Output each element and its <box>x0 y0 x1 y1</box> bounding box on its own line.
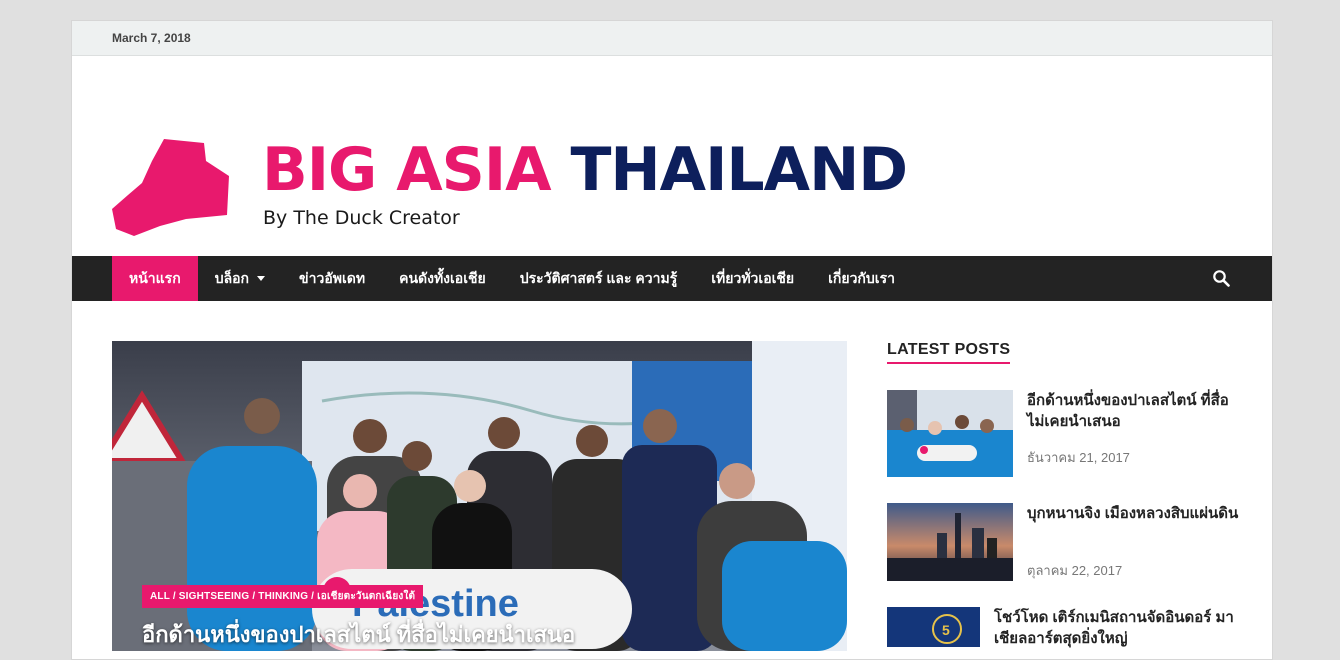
nav-item-history[interactable]: ประวัติศาสตร์ และ ความรู้ <box>503 256 695 301</box>
nav-item-travel[interactable]: เที่ยวทั่วเอเชีย <box>694 256 811 301</box>
post-categories[interactable]: ALL / SIGHTSEEING / THINKING / เอเชียตะว… <box>142 585 424 608</box>
nav-item-label: เกี่ยวกับเรา <box>828 269 895 286</box>
featured-post[interactable]: Palestine ALL / SIGHTSEEING / THINKING /… <box>112 341 847 651</box>
post-thumbnail[interactable] <box>887 390 1013 477</box>
site-title-part1[interactable]: BIG ASIA <box>262 135 552 205</box>
post-title[interactable]: โชว์โหด เติร์กเมนิสถานจัดอินดอร์ มาเชียล… <box>994 607 1234 649</box>
nav-item-news[interactable]: ข่าวอัพเดท <box>282 256 382 301</box>
nav-item-label: ประวัติศาสตร์ และ ความรู้ <box>519 269 678 286</box>
map-shape-icon[interactable] <box>112 139 230 236</box>
nav-item-home[interactable]: หน้าแรก <box>112 256 198 301</box>
site-title[interactable]: BIG ASIA THAILAND <box>262 140 908 200</box>
svg-text:5: 5 <box>942 622 950 638</box>
nav-menu: หน้าแรก บล็อก ข่าวอัพเดท คนดังทั้งเอเชีย… <box>112 256 912 301</box>
chevron-down-icon <box>257 276 266 281</box>
page-container: March 7, 2018 BIG ASIA THAILAND By The D… <box>71 20 1273 660</box>
top-bar: March 7, 2018 <box>72 21 1272 56</box>
search-icon[interactable] <box>1212 269 1230 287</box>
nav-item-blog[interactable]: บล็อก <box>198 256 282 301</box>
sidebar: LATEST POSTS อีกด้านหนึ่งของปาเลสไตน์ ที… <box>887 341 1238 647</box>
header-date: March 7, 2018 <box>112 31 191 45</box>
post-date: ตุลาคม 22, 2017 <box>1027 563 1123 578</box>
nav-item-label: คนดังทั้งเอเชีย <box>399 269 486 286</box>
nav-item-label: บล็อก <box>214 269 250 286</box>
nav-item-label: หน้าแรก <box>129 269 181 286</box>
nav-item-label: ข่าวอัพเดท <box>299 269 366 286</box>
main-navigation: หน้าแรก บล็อก ข่าวอัพเดท คนดังทั้งเอเชีย… <box>72 256 1272 301</box>
post-title[interactable]: บุกหนานจิง เมืองหลวงสิบแผ่นดิน <box>1027 503 1239 524</box>
post-title[interactable]: อีกด้านหนึ่งของปาเลสไตน์ ที่สื่อไม่เคยนำ… <box>1027 390 1239 432</box>
latest-posts-heading: LATEST POSTS <box>887 341 1011 364</box>
post-date: ธันวาคม 21, 2017 <box>1027 450 1130 465</box>
post-thumbnail[interactable]: 5 <box>887 607 980 647</box>
nav-item-label: เที่ยวทั่วเอเชีย <box>711 269 795 286</box>
site-branding: BIG ASIA THAILAND By The Duck Creator <box>72 56 1272 256</box>
post-thumbnail[interactable] <box>887 503 1013 581</box>
featured-post-title[interactable]: อีกด้านหนึ่งของปาเลสไตน์ ที่สื่อไม่เคยนำ… <box>142 617 575 651</box>
nav-item-about[interactable]: เกี่ยวกับเรา <box>811 256 912 301</box>
nav-item-celebrities[interactable]: คนดังทั้งเอเชีย <box>382 256 503 301</box>
site-title-part2[interactable]: THAILAND <box>571 135 909 205</box>
site-tagline: By The Duck Creator <box>263 207 460 229</box>
